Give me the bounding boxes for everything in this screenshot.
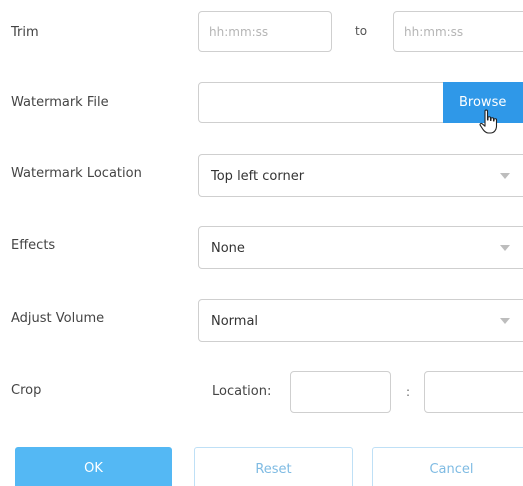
trim-label: Trim xyxy=(11,25,39,40)
adjust-volume-select[interactable]: Normal xyxy=(198,299,523,342)
trim-start-input[interactable]: hh:mm:ss xyxy=(198,11,332,52)
video-settings-form: Trim hh:mm:ss to hh:mm:ss Watermark File… xyxy=(0,0,523,486)
trim-start-placeholder: hh:mm:ss xyxy=(209,25,269,39)
hand-pointer-icon xyxy=(479,109,498,134)
effects-label: Effects xyxy=(11,238,56,253)
reset-button-label: Reset xyxy=(255,462,292,477)
adjust-volume-value: Normal xyxy=(211,314,259,329)
crop-location-label: Location: xyxy=(212,384,272,399)
chevron-down-icon xyxy=(500,245,510,251)
trim-to-label: to xyxy=(355,24,368,38)
browse-button-label: Browse xyxy=(459,95,507,110)
effects-select[interactable]: None xyxy=(198,226,523,269)
watermark-location-label: Watermark Location xyxy=(11,166,142,181)
cancel-button-label: Cancel xyxy=(429,462,474,477)
adjust-volume-label: Adjust Volume xyxy=(11,311,105,326)
cancel-button[interactable]: Cancel xyxy=(372,447,523,486)
crop-x-input[interactable] xyxy=(290,371,391,413)
crop-y-input[interactable] xyxy=(424,371,523,413)
ok-button-label: OK xyxy=(84,461,103,476)
trim-end-input[interactable]: hh:mm:ss xyxy=(393,11,523,52)
watermark-file-input[interactable] xyxy=(198,82,444,123)
watermark-location-value: Top left corner xyxy=(211,169,305,184)
effects-value: None xyxy=(211,241,245,256)
chevron-down-icon xyxy=(500,173,510,179)
watermark-file-label: Watermark File xyxy=(11,95,109,110)
trim-end-placeholder: hh:mm:ss xyxy=(404,25,464,39)
chevron-down-icon xyxy=(500,318,510,324)
reset-button[interactable]: Reset xyxy=(194,447,353,486)
watermark-location-select[interactable]: Top left corner xyxy=(198,154,523,197)
crop-label: Crop xyxy=(11,383,42,398)
crop-separator: : xyxy=(406,385,411,399)
ok-button[interactable]: OK xyxy=(15,447,172,486)
